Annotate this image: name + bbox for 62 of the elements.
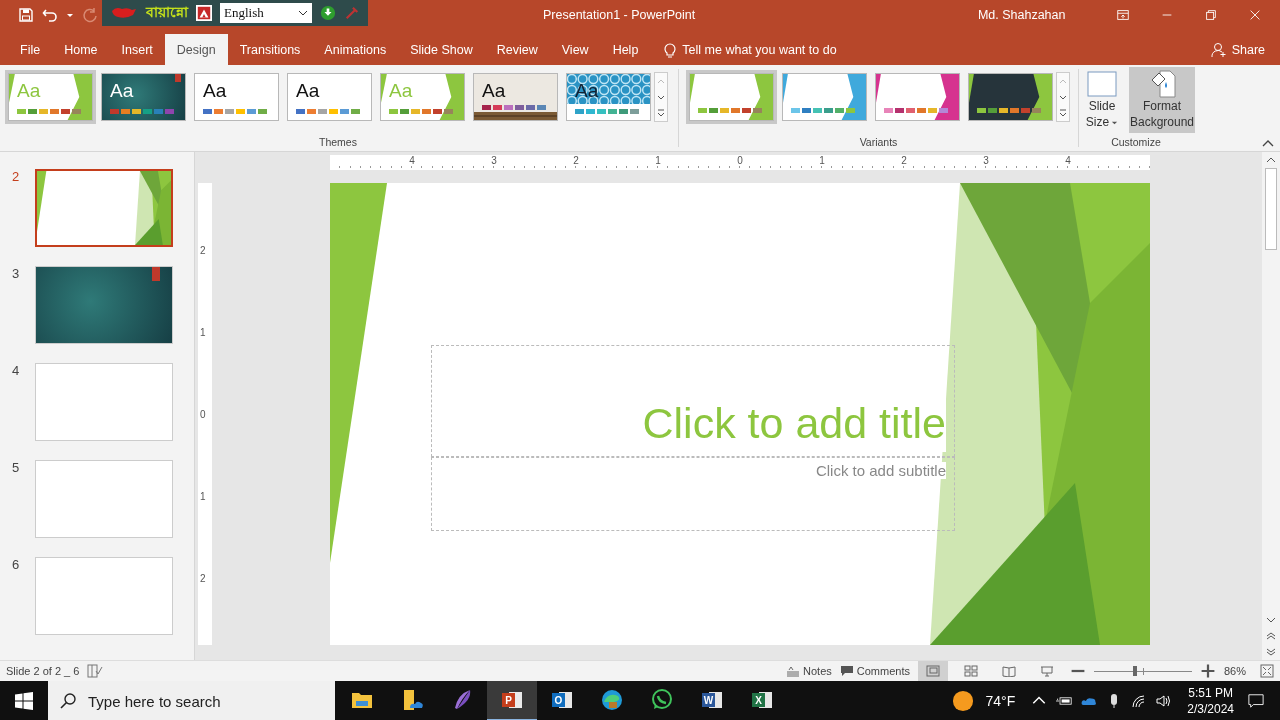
language-dropdown[interactable]: English bbox=[220, 3, 312, 23]
slide-number: 4 bbox=[11, 363, 21, 378]
ruler-number: 3 bbox=[491, 156, 497, 166]
clock[interactable]: 5:51 PM 2/3/2024 bbox=[1187, 685, 1234, 717]
ruler-number: 4 bbox=[1065, 156, 1071, 166]
taskbar-button[interactable]: O bbox=[537, 681, 587, 720]
ribbon-tab[interactable]: Transitions bbox=[227, 34, 313, 65]
ribbon-tab[interactable]: Slide Show bbox=[398, 34, 485, 65]
format-background-button[interactable]: Format Background bbox=[1129, 67, 1195, 133]
tell-me-search[interactable]: Tell me what you want to do bbox=[662, 34, 837, 65]
weather-temperature[interactable]: 74°F bbox=[985, 693, 1016, 709]
comments-button[interactable]: Comments bbox=[839, 665, 910, 677]
ruler-number: 2 bbox=[573, 156, 579, 166]
ruler-number: 1 bbox=[655, 156, 661, 166]
share-button[interactable]: Share bbox=[1210, 34, 1265, 65]
group-label: Themes bbox=[319, 136, 357, 148]
slide-number: 2 bbox=[11, 169, 21, 184]
theme-thumbnail[interactable]: Aa bbox=[98, 70, 189, 124]
window-title: Presentation1 - PowerPoint bbox=[543, 8, 697, 22]
ruler-number: 1 bbox=[200, 490, 206, 502]
ruler-number: 4 bbox=[409, 156, 415, 166]
ruler-number: 3 bbox=[983, 156, 989, 166]
taskbar-search-field[interactable]: Type here to search bbox=[48, 681, 335, 720]
taskbar-button[interactable]: W bbox=[687, 681, 737, 720]
theme-sample-text: Aa bbox=[203, 80, 227, 102]
taskbar-button[interactable]: X bbox=[737, 681, 787, 720]
slide-size-button[interactable]: Slide Size bbox=[1077, 67, 1127, 133]
theme-sample-text: Aa bbox=[110, 80, 134, 102]
theme-thumbnail[interactable]: Aa bbox=[284, 70, 375, 124]
group-label: Customize bbox=[1111, 136, 1161, 148]
keyboard-name[interactable]: বায়ান্নো bbox=[146, 1, 188, 25]
ruler-number: 1 bbox=[200, 326, 206, 338]
ruler-number: 0 bbox=[737, 156, 743, 166]
ruler-number: 2 bbox=[200, 244, 206, 256]
ribbon-tab[interactable]: File bbox=[8, 34, 53, 65]
ribbon-tab[interactable]: View bbox=[549, 34, 601, 65]
group-label: Variants bbox=[859, 136, 898, 148]
ruler-number: 2 bbox=[200, 572, 206, 584]
ruler-number: 0 bbox=[200, 408, 206, 420]
theme-thumbnail[interactable]: Aa bbox=[470, 70, 561, 124]
zoom-level[interactable]: 86% bbox=[1224, 665, 1252, 677]
theme-sample-text: Aa bbox=[482, 80, 506, 102]
subtitle-placeholder[interactable]: Click to add subtitle bbox=[431, 457, 955, 531]
user-name[interactable]: Md. Shahzahan bbox=[977, 8, 1086, 22]
ribbon-tab[interactable]: Help bbox=[600, 34, 651, 65]
theme-sample-text: Aa bbox=[389, 80, 413, 102]
ribbon-tab[interactable]: Insert bbox=[109, 34, 165, 65]
slide-number: 6 bbox=[11, 557, 21, 572]
slide-number: 5 bbox=[11, 460, 21, 475]
ruler-number: 2 bbox=[901, 156, 907, 166]
ribbon-tab[interactable]: Design bbox=[164, 34, 228, 65]
theme-thumbnail[interactable]: Aa bbox=[191, 70, 282, 124]
slide-number: 3 bbox=[11, 266, 21, 281]
theme-sample-text: Aa bbox=[296, 80, 320, 102]
notes-button[interactable]: Notes bbox=[786, 665, 832, 677]
ribbon-tab[interactable]: Animations bbox=[312, 34, 399, 65]
ribbon-tab[interactable]: Review bbox=[484, 34, 550, 65]
ribbon-tab[interactable]: Home bbox=[52, 34, 110, 65]
taskbar-button[interactable]: P bbox=[487, 681, 537, 720]
slide-count: Slide 2 of 2 _ 6 bbox=[6, 665, 80, 677]
theme-sample-text: Aa bbox=[17, 80, 41, 102]
ruler-number: 1 bbox=[819, 156, 825, 166]
